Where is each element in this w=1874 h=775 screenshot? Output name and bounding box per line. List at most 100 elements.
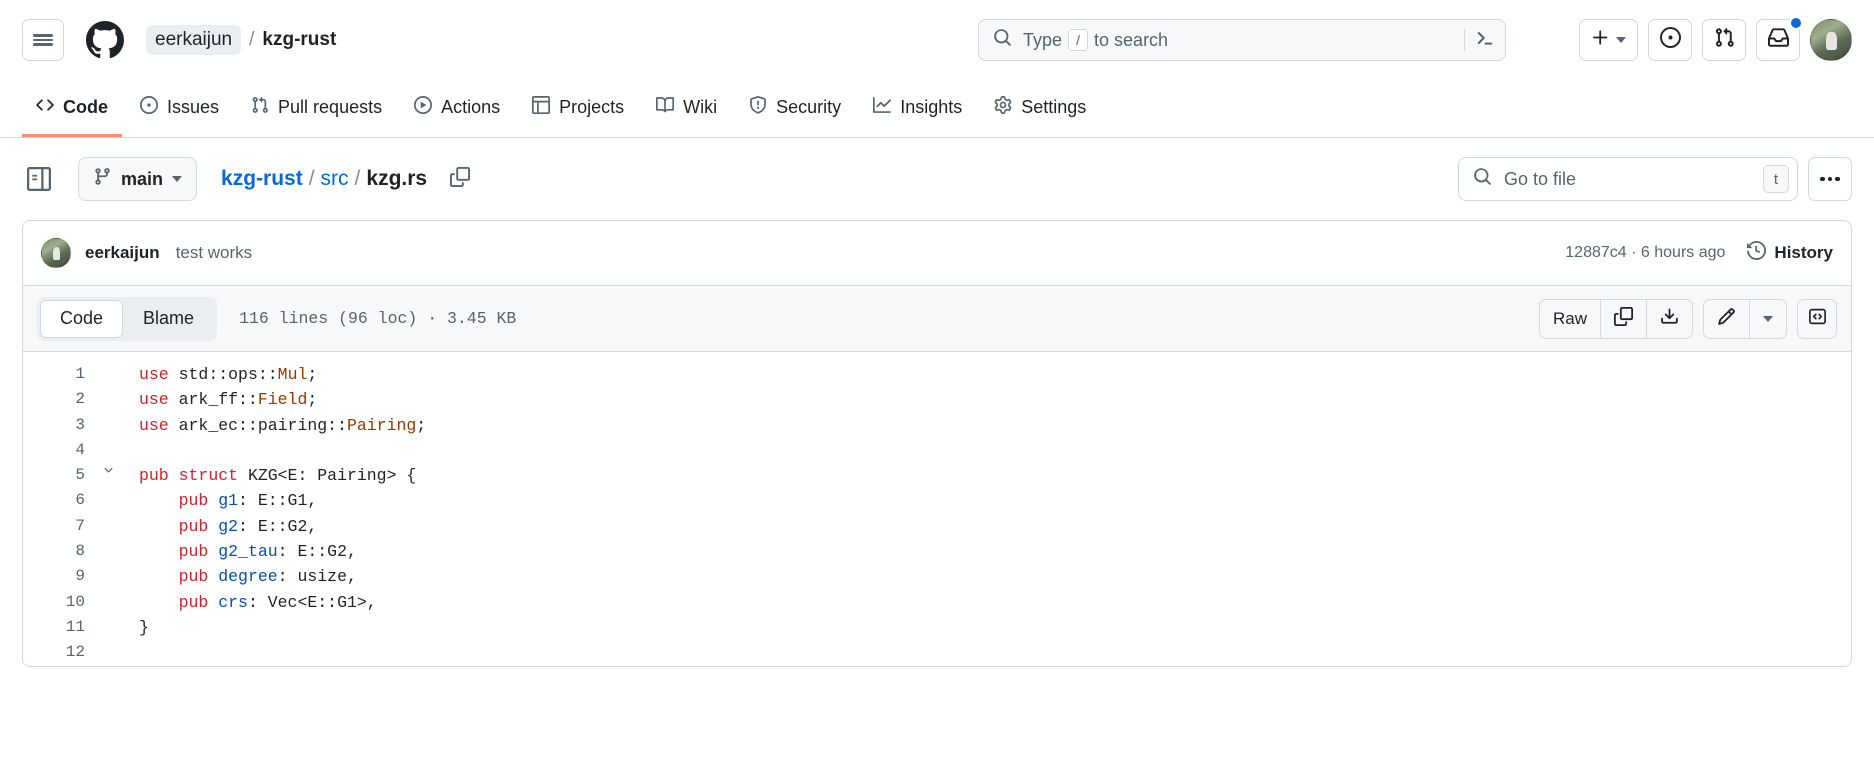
edit-file-dropdown-button[interactable] <box>1750 300 1786 338</box>
file-content-box: Code Blame 116 lines (96 loc) · 3.45 KB … <box>22 286 1852 667</box>
code-icon <box>36 96 54 119</box>
line-number[interactable]: 1 <box>23 362 95 387</box>
line-number[interactable]: 8 <box>23 539 95 564</box>
graph-icon <box>873 96 892 119</box>
tab-issues[interactable]: Issues <box>126 80 233 137</box>
code-token: pub <box>178 516 209 536</box>
commit-author-avatar[interactable] <box>41 238 71 268</box>
tab-wiki[interactable]: Wiki <box>642 80 731 137</box>
code-token: } <box>139 617 149 637</box>
your-pull-requests-button[interactable] <box>1702 19 1746 61</box>
raw-button[interactable]: Raw <box>1540 299 1601 338</box>
chevron-down-icon <box>1763 315 1773 322</box>
line-number[interactable]: 5 <box>23 463 95 488</box>
code-token: pub <box>178 491 209 511</box>
tab-blame-view[interactable]: Blame <box>123 300 214 338</box>
file-stats-label: 116 lines (96 loc) · 3.45 KB <box>239 309 517 328</box>
hamburger-icon-bar <box>33 34 53 37</box>
go-to-file-input[interactable]: Go to file t <box>1458 157 1798 201</box>
gear-icon <box>994 95 1012 119</box>
search-icon <box>1473 167 1492 191</box>
code-token: g2_tau <box>218 542 278 562</box>
tab-label: Projects <box>559 96 625 117</box>
line-number[interactable]: 12 <box>23 640 95 665</box>
your-issues-button[interactable] <box>1648 19 1692 61</box>
user-avatar[interactable] <box>1810 19 1852 61</box>
file-nav-actions: Go to file t <box>1458 157 1852 201</box>
line-number[interactable]: 4 <box>23 438 95 463</box>
code-symbols-button[interactable] <box>1797 298 1837 339</box>
tab-label: Security <box>776 96 842 117</box>
code-token: use <box>139 390 169 410</box>
more-options-button[interactable] <box>1808 157 1852 201</box>
notifications-button[interactable] <box>1756 16 1803 61</box>
chevron-down-icon[interactable] <box>95 463 121 476</box>
code-line: 7 pub g2: E::G2, <box>23 514 1851 539</box>
file-header-toolbar: Code Blame 116 lines (96 loc) · 3.45 KB … <box>23 286 1851 352</box>
tab-projects[interactable]: Projects <box>518 80 638 137</box>
line-number[interactable]: 10 <box>23 590 95 615</box>
search-input[interactable]: Type / to search <box>978 19 1506 61</box>
code-line-text <box>121 640 149 665</box>
breadcrumb-repo-link[interactable]: kzg-rust <box>262 29 336 51</box>
tab-security[interactable]: Security <box>735 80 855 137</box>
code-token: degree <box>218 567 278 587</box>
copy-raw-content-button[interactable] <box>1601 299 1647 338</box>
plus-icon <box>1591 28 1610 52</box>
code-token: crs <box>218 592 248 612</box>
code-symbols-icon <box>1808 307 1827 331</box>
create-new-button[interactable] <box>1579 19 1638 61</box>
github-logo-icon[interactable] <box>86 21 124 59</box>
code-line: 6 pub g1: E::G1, <box>23 488 1851 513</box>
commit-meta-group: 12887c4 · 6 hours ago History <box>1565 240 1833 265</box>
code-token: std <box>168 365 209 384</box>
global-nav-menu-button[interactable] <box>22 19 64 61</box>
hamburger-icon-bar <box>33 43 53 46</box>
code-line-text: use ark_ff::Field; <box>121 387 317 412</box>
commit-sha-link[interactable]: 12887c4 <box>1565 244 1626 261</box>
download-raw-file-button[interactable] <box>1647 300 1692 338</box>
code-line-text <box>121 438 149 463</box>
line-number[interactable]: 11 <box>23 615 95 640</box>
line-number[interactable]: 3 <box>23 413 95 438</box>
commit-author-name[interactable]: eerkaijun <box>85 243 160 263</box>
code-token: :: <box>238 415 258 435</box>
line-number[interactable]: 7 <box>23 514 95 539</box>
breadcrumb-owner-link[interactable]: eerkaijun <box>146 25 242 55</box>
header-breadcrumb: eerkaijun / kzg-rust <box>146 25 336 55</box>
edit-file-button[interactable] <box>1704 299 1750 338</box>
tab-actions[interactable]: Actions <box>400 80 514 137</box>
file-path-breadcrumb: kzg-rust / src / kzg.rs <box>221 167 427 191</box>
code-content: 1 use std::ops::Mul; 2 use ark_ff::Field; 3 u… <box>23 352 1851 666</box>
tab-code[interactable]: Code <box>22 80 122 137</box>
line-number[interactable]: 6 <box>23 488 95 513</box>
issue-opened-icon <box>1659 27 1681 53</box>
breadcrumb-folder-link[interactable]: src <box>321 167 349 191</box>
code-token: use <box>139 415 169 435</box>
line-number[interactable]: 2 <box>23 387 95 412</box>
breadcrumb-repo-link[interactable]: kzg-rust <box>221 167 303 191</box>
code-token: pub <box>178 592 209 612</box>
command-palette-icon[interactable] <box>1475 28 1495 53</box>
commit-message[interactable]: test works <box>176 243 253 263</box>
code-line: 3 use ark_ec::pairing::Pairing; <box>23 413 1851 438</box>
go-to-file-placeholder: Go to file <box>1504 168 1577 189</box>
tab-insights[interactable]: Insights <box>859 80 976 137</box>
sidebar-expand-icon[interactable] <box>22 162 56 196</box>
code-line-text: pub crs: Vec<E::G1>, <box>121 590 377 615</box>
code-line: 8 pub g2_tau: E::G2, <box>23 539 1851 564</box>
tab-pull-requests[interactable]: Pull requests <box>237 80 396 137</box>
tab-code-view[interactable]: Code <box>40 299 124 338</box>
git-branch-icon <box>93 167 112 191</box>
history-link[interactable]: History <box>1747 240 1833 265</box>
code-token: ; <box>416 415 427 435</box>
tab-settings[interactable]: Settings <box>980 80 1100 137</box>
branch-selector-button[interactable]: main <box>78 157 198 201</box>
code-line: 4 <box>23 438 1851 463</box>
line-number[interactable]: 9 <box>23 564 95 589</box>
raw-copy-download-group: Raw <box>1538 298 1693 339</box>
copy-path-button[interactable] <box>443 162 477 196</box>
code-token: : E::G1, <box>238 491 318 511</box>
